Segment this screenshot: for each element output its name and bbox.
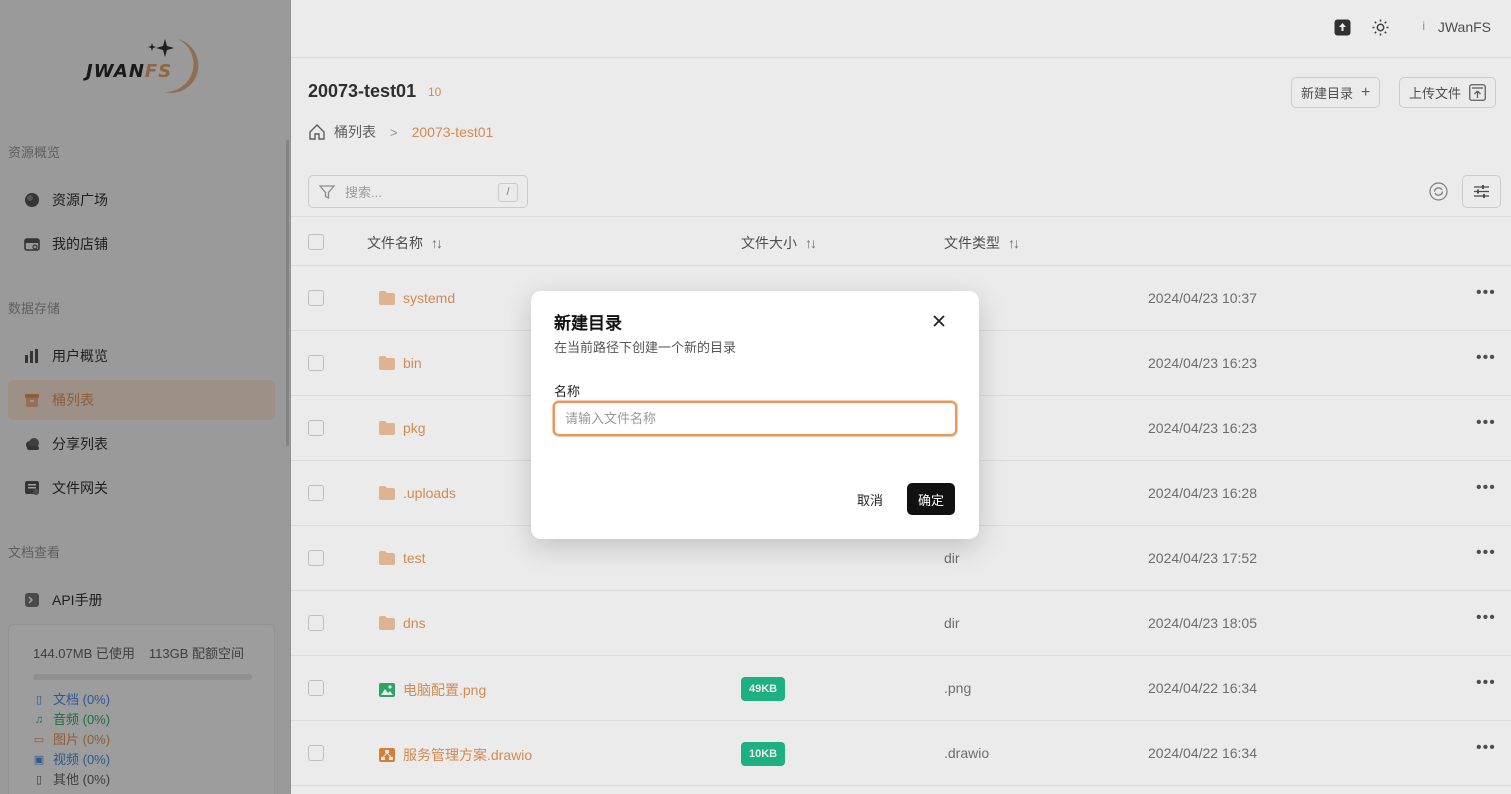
new-directory-dialog: 新建目录 在当前路径下创建一个新的目录 名称 取消 确定 bbox=[531, 291, 979, 539]
dialog-subtitle: 在当前路径下创建一个新的目录 bbox=[554, 340, 737, 355]
confirm-button[interactable]: 确定 bbox=[907, 483, 955, 515]
cancel-button[interactable]: 取消 bbox=[847, 483, 893, 515]
sidebar-backdrop bbox=[0, 0, 291, 794]
close-icon[interactable] bbox=[931, 313, 947, 329]
directory-name-input[interactable] bbox=[553, 401, 957, 436]
name-field-label: 名称 bbox=[554, 384, 581, 399]
dialog-title: 新建目录 bbox=[554, 314, 622, 333]
